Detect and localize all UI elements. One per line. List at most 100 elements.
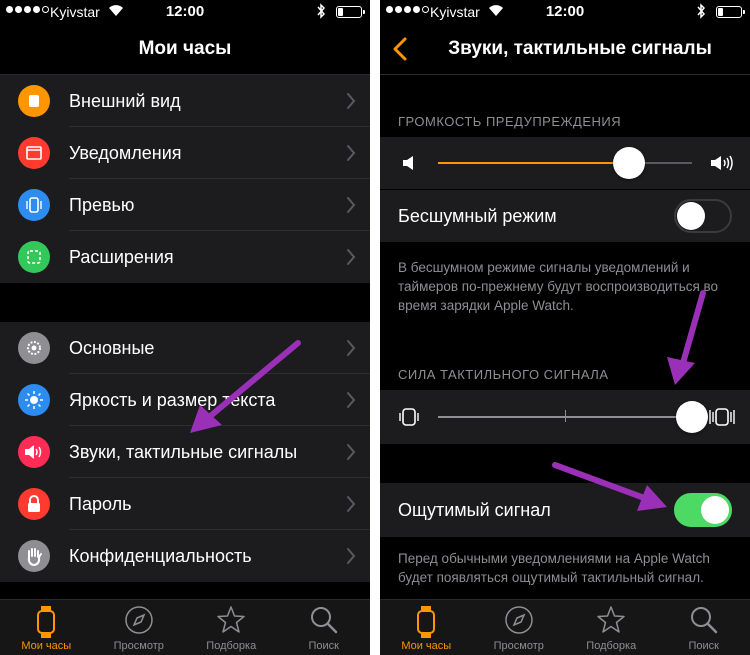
settings-group-1: Внешний вид Уведомления Превью Расширения	[0, 75, 370, 283]
settings-row-label: Уведомления	[69, 143, 182, 163]
alert-volume-slider[interactable]	[612, 147, 645, 179]
divider	[380, 74, 750, 75]
chevron-right-icon	[347, 340, 356, 356]
tab-item[interactable]: Просмотр	[93, 600, 186, 655]
settings-row[interactable]: Уведомления	[0, 127, 370, 179]
settings-row-label: Внешний вид	[69, 91, 181, 111]
silent-mode-cell: Бесшумный режим	[380, 190, 750, 242]
settings-row[interactable]: Расширения	[0, 231, 370, 283]
settings-row-label: Пароль	[69, 494, 132, 514]
silent-mode-label: Бесшумный режим	[398, 206, 557, 226]
haptic-strength-slider[interactable]	[676, 401, 708, 433]
prominent-haptic-label: Ощутимый сигнал	[398, 500, 551, 520]
search-icon	[690, 607, 717, 634]
settings-group-2: Основные Яркость и размер текста Звуки, та…	[0, 322, 370, 582]
tab-bar: Мои часы Просмотр Подборка Поиск	[0, 599, 370, 655]
tab-item[interactable]: Мои часы	[380, 600, 473, 655]
gear-icon	[18, 332, 50, 364]
settings-row-label: Яркость и размер текста	[69, 390, 276, 410]
haptic-strength-header: СИЛА ТАКТИЛЬНОГО СИГНАЛА	[398, 367, 609, 382]
star-icon	[597, 606, 625, 633]
alert-volume-cell	[380, 137, 750, 189]
chevron-right-icon	[347, 249, 356, 265]
chevron-right-icon	[347, 197, 356, 213]
haptic-strength-cell	[380, 390, 750, 444]
settings-row-label: Звуки, тактильные сигналы	[69, 442, 298, 462]
chevron-right-icon	[347, 392, 356, 408]
settings-row-label: Расширения	[69, 247, 174, 267]
status-time: 12:00	[545, 3, 585, 20]
tab-label: Мои часы	[21, 640, 72, 652]
bluetooth-icon	[317, 3, 326, 19]
settings-row[interactable]: Пароль	[0, 478, 370, 530]
screen-divider	[370, 0, 380, 655]
settings-row[interactable]: Превью	[0, 179, 370, 231]
speaker-low-icon	[403, 156, 413, 170]
silent-mode-note: В бесшумном режиме сигналы уведомлений и…	[398, 260, 719, 313]
status-bar: Kyivstar 12:00	[0, 0, 370, 24]
notifications-icon	[18, 137, 50, 169]
alert-volume-fill	[438, 162, 629, 164]
silent-mode-toggle[interactable]	[674, 199, 732, 233]
tab-label: Мои часы	[401, 640, 452, 652]
battery-icon	[716, 6, 745, 18]
tab-item[interactable]: Подборка	[185, 600, 278, 655]
hand-icon	[18, 540, 50, 572]
tab-item[interactable]: Поиск	[278, 600, 371, 655]
settings-row[interactable]: Яркость и размер текста	[0, 374, 370, 426]
my-watch-screen: Kyivstar 12:00 Мои часы Внешний вид Уведо…	[0, 0, 370, 655]
navigation-bar: Мои часы	[0, 24, 370, 72]
compass-icon	[125, 606, 153, 634]
chevron-right-icon	[347, 145, 356, 161]
watch-face-icon	[18, 85, 50, 117]
settings-row-label: Превью	[69, 195, 135, 215]
search-icon	[310, 607, 337, 634]
brightness-icon	[18, 384, 50, 416]
toggle-knob	[701, 496, 729, 524]
page-title: Звуки, тактильные сигналы	[448, 38, 712, 59]
sounds-haptics-screen: Kyivstar 12:00 Звуки, тактильные сигналы…	[380, 0, 750, 655]
haptic-high-icon	[709, 408, 735, 426]
page-title: Мои часы	[138, 38, 232, 59]
glance-icon	[18, 189, 50, 221]
tab-label: Поиск	[308, 640, 339, 652]
chevron-right-icon	[347, 444, 356, 460]
tab-label: Просмотр	[113, 640, 164, 652]
prominent-haptic-toggle[interactable]	[674, 493, 732, 527]
star-icon	[217, 606, 245, 633]
lock-icon	[18, 488, 50, 520]
settings-row[interactable]: Конфиденциальность	[0, 530, 370, 582]
chevron-right-icon	[347, 496, 356, 512]
haptic-low-icon	[399, 408, 419, 426]
alert-volume-header: ГРОМКОСТЬ ПРЕДУПРЕЖДЕНИЯ	[398, 114, 622, 129]
chevron-right-icon	[347, 93, 356, 109]
my-watch-tab-icon	[37, 606, 56, 638]
speaker-high-icon	[711, 155, 733, 171]
compass-icon	[505, 606, 533, 634]
tab-label: Поиск	[688, 640, 719, 652]
chevron-right-icon	[347, 548, 356, 564]
complications-icon	[18, 241, 50, 273]
settings-row[interactable]: Внешний вид	[0, 75, 370, 127]
tab-item[interactable]: Мои часы	[0, 600, 93, 655]
battery-icon	[336, 6, 365, 18]
toggle-knob	[677, 202, 705, 230]
status-time: 12:00	[165, 3, 205, 20]
bluetooth-icon	[697, 3, 706, 19]
tab-item[interactable]: Просмотр	[473, 600, 566, 655]
settings-row[interactable]: Основные	[0, 322, 370, 374]
status-bar: Kyivstar 12:00	[380, 0, 750, 24]
prominent-haptic-cell: Ощутимый сигнал	[380, 483, 750, 537]
settings-row[interactable]: Звуки, тактильные сигналы	[0, 426, 370, 478]
tab-item[interactable]: Подборка	[565, 600, 658, 655]
tab-item[interactable]: Поиск	[658, 600, 750, 655]
haptic-tick-mark	[565, 410, 566, 422]
prominent-haptic-note: Перед обычными уведомлениями на Apple Wa…	[398, 551, 710, 585]
my-watch-tab-icon	[417, 606, 436, 638]
settings-row-label: Конфиденциальность	[69, 546, 252, 566]
tab-label: Подборка	[206, 640, 257, 652]
speaker-icon	[18, 436, 50, 468]
settings-row-label: Основные	[69, 338, 155, 358]
tab-label: Просмотр	[493, 640, 544, 652]
tab-bar: Мои часы Просмотр Подборка Поиск	[380, 599, 750, 655]
